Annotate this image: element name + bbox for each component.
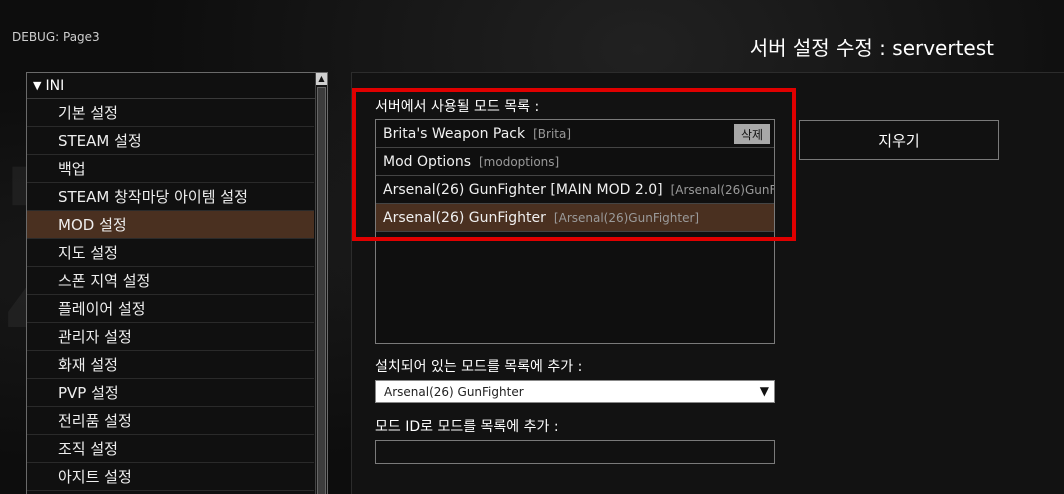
tree-item[interactable]: 전리품 설정 [27, 407, 314, 435]
clear-button[interactable]: 지우기 [799, 120, 999, 160]
installed-mod-value: Arsenal(26) GunFighter [384, 384, 524, 399]
highlight-box [352, 88, 796, 241]
debug-label: DEBUG: Page3 [12, 30, 100, 44]
dropdown-arrow-icon[interactable]: ▼ [760, 384, 769, 398]
tree-item[interactable]: STEAM 창작마당 아이템 설정 [27, 183, 314, 211]
tree-item[interactable]: STEAM 설정 [27, 127, 314, 155]
add-installed-label: 설치되어 있는 모드를 목록에 추가 : [375, 359, 583, 375]
tree-item[interactable]: 관리자 설정 [27, 323, 314, 351]
mod-id-input[interactable] [375, 440, 775, 464]
tree-item[interactable]: 백업 [27, 155, 314, 183]
tree-item[interactable]: 조직 설정 [27, 435, 314, 463]
installed-mod-select[interactable]: Arsenal(26) GunFighter ▼ [375, 380, 775, 403]
tree-scrollbar[interactable]: ▲ [315, 73, 327, 494]
tree-item[interactable]: 아지트 설정 [27, 463, 314, 491]
tree-item[interactable]: 화재 설정 [27, 351, 314, 379]
scroll-up-icon[interactable]: ▲ [316, 73, 327, 85]
tree-item[interactable]: 스폰 지역 설정 [27, 267, 314, 295]
add-by-id-label: 모드 ID로 모드를 목록에 추가 : [375, 419, 559, 435]
scroll-thumb[interactable] [317, 87, 326, 494]
page-title: 서버 설정 수정 : servertest [749, 36, 994, 60]
settings-tree: ▼ INI 기본 설정 STEAM 설정 백업 STEAM 창작마당 아이템 설정 MO… [26, 72, 328, 494]
tree-item[interactable]: PVP 설정 [27, 379, 314, 407]
tree-item[interactable]: 기본 설정 [27, 99, 314, 127]
tree-header-label: INI [45, 77, 65, 94]
expand-triangle-icon[interactable]: ▼ [33, 79, 41, 92]
tree-item[interactable]: 지도 설정 [27, 239, 314, 267]
tree-header-ini[interactable]: ▼ INI [27, 73, 327, 99]
tree-items: 기본 설정 STEAM 설정 백업 STEAM 창작마당 아이템 설정 MOD 설정 지도… [27, 99, 327, 491]
tree-item[interactable]: 플레이어 설정 [27, 295, 314, 323]
tree-item[interactable]: MOD 설정 [27, 211, 314, 239]
